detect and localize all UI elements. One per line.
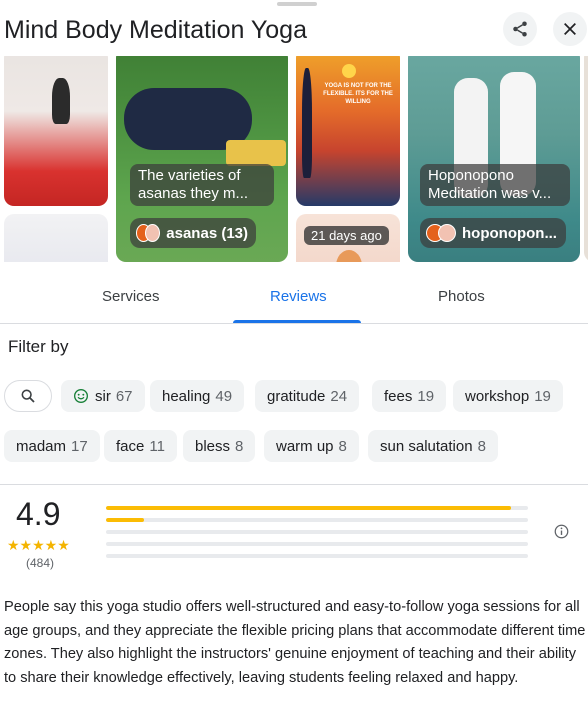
review-summary: People say this yoga studio offers well-… xyxy=(4,599,586,686)
rating-bar-4 xyxy=(106,518,528,522)
search-icon xyxy=(21,389,35,403)
section-divider xyxy=(0,484,588,485)
photo-tile[interactable] xyxy=(584,56,588,262)
photo-tile[interactable]: The varieties of asanas they m... asanas… xyxy=(116,56,288,262)
post-caption: Hoponopono Meditation was v... xyxy=(420,164,570,206)
avatar xyxy=(145,224,161,242)
smiley-icon xyxy=(74,389,88,403)
filter-chip[interactable]: bless 8 xyxy=(183,430,256,462)
filter-chip[interactable]: sun salutation 8 xyxy=(368,430,498,462)
photo-tile[interactable]: YOGA IS NOT FOR THE FLEXIBLE. ITS FOR TH… xyxy=(296,56,400,206)
drag-handle[interactable] xyxy=(277,2,317,6)
photo-tile[interactable]: Hoponopono Meditation was v... hoponopon… xyxy=(408,56,580,262)
rating-bar-3 xyxy=(106,530,528,534)
rating-bar-fill xyxy=(106,506,512,510)
review-search-button[interactable] xyxy=(4,380,52,412)
poster-text: YOGA IS NOT FOR THE FLEXIBLE. ITS FOR TH… xyxy=(323,83,393,105)
person-figure xyxy=(52,78,70,124)
tab-reviews[interactable]: Reviews xyxy=(270,288,327,305)
tab-services[interactable]: Services xyxy=(102,288,160,305)
rating-info-button[interactable] xyxy=(554,524,569,544)
active-tab-indicator xyxy=(233,320,361,323)
photo-tile[interactable] xyxy=(4,56,108,206)
photo-tile[interactable] xyxy=(4,214,108,262)
filter-heading: Filter by xyxy=(8,337,69,356)
photo-gallery: The varieties of asanas they m... asanas… xyxy=(0,56,588,262)
tab-photos[interactable]: Photos xyxy=(438,288,485,305)
share-icon xyxy=(513,21,527,37)
place-tabs: Services Reviews Photos xyxy=(0,280,588,324)
rating-score: 4.9 xyxy=(16,496,61,532)
post-caption: The varieties of asanas they m... xyxy=(130,164,274,206)
post-author: hoponopon... xyxy=(420,218,566,248)
filter-chip[interactable]: warm up 8 xyxy=(264,430,359,462)
place-title: Mind Body Meditation Yoga xyxy=(4,16,307,44)
rating-stars: ★★★★★ xyxy=(7,537,70,553)
yoga-mat xyxy=(226,140,286,166)
filter-chip[interactable]: healing 49 xyxy=(150,380,245,412)
close-button[interactable] xyxy=(553,12,587,46)
place-header: Mind Body Meditation Yoga xyxy=(0,10,588,52)
post-author: asanas (13) xyxy=(130,218,256,248)
filter-chip[interactable]: workshop 19 xyxy=(453,380,563,412)
meditation-figure xyxy=(336,250,362,262)
rating-bar-5 xyxy=(106,506,528,510)
rating-bar-2 xyxy=(106,542,528,546)
filter-chip[interactable]: fees 19 xyxy=(372,380,447,412)
person-figure xyxy=(302,68,312,178)
filter-chip[interactable]: sir 67 xyxy=(61,380,145,412)
filter-chip[interactable]: madam 17 xyxy=(4,430,100,462)
post-age: 21 days ago xyxy=(304,226,389,245)
rating-bar-1 xyxy=(106,554,528,558)
rating-bar-fill xyxy=(106,518,144,522)
review-count: (484) xyxy=(26,556,55,570)
avatar xyxy=(438,224,456,242)
filter-chip[interactable]: face 11 xyxy=(104,430,177,462)
filter-chip[interactable]: gratitude 24 xyxy=(255,380,360,412)
close-icon xyxy=(564,23,576,35)
info-icon xyxy=(554,524,569,539)
share-button[interactable] xyxy=(503,12,537,46)
sun-graphic xyxy=(342,64,356,78)
